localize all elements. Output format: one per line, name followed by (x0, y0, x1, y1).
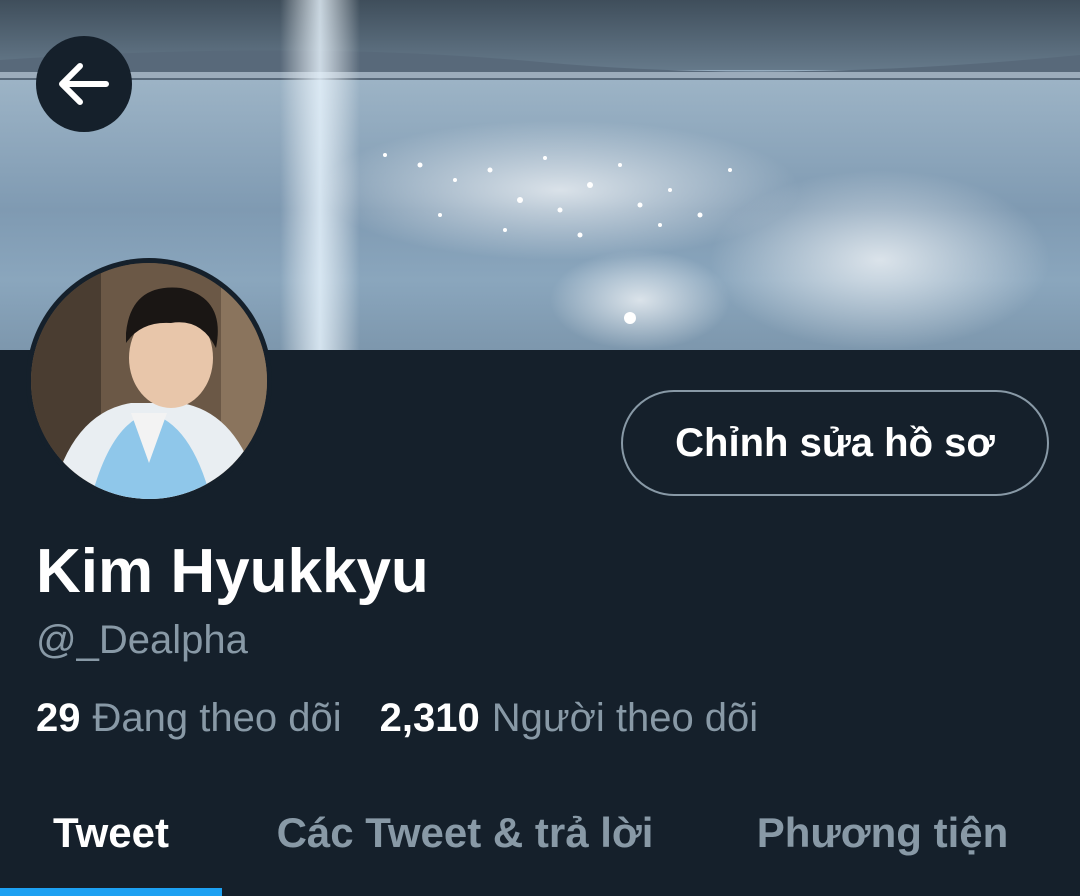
back-button[interactable] (36, 36, 132, 132)
tab-media[interactable]: Phương tiện (720, 770, 1045, 896)
profile-photo (31, 263, 267, 499)
following-label: Đang theo dõi (92, 696, 342, 740)
followers-count: 2,310 (379, 696, 480, 740)
edit-profile-button[interactable]: Chỉnh sửa hồ sơ (621, 390, 1049, 496)
followers-stat[interactable]: 2,310 Người theo dõi (380, 696, 759, 741)
following-count: 29 (36, 696, 81, 740)
profile-name: Kim Hyukkyu (36, 537, 429, 606)
following-stat[interactable]: 29 Đang theo dõi (36, 696, 342, 741)
active-tab-indicator (0, 888, 222, 896)
profile-stats: 29 Đang theo dõi 2,310 Người theo dõi (36, 696, 758, 741)
arrow-left-icon (59, 63, 109, 105)
followers-label: Người theo dõi (491, 696, 759, 740)
profile-tabs: Tweet Các Tweet & trả lời Phương tiện (0, 770, 1080, 896)
avatar[interactable] (26, 258, 272, 504)
profile-handle: @_Dealpha (36, 618, 248, 662)
tab-tweets-and-replies[interactable]: Các Tweet & trả lời (240, 770, 690, 896)
tab-tweet[interactable]: Tweet (0, 770, 222, 896)
